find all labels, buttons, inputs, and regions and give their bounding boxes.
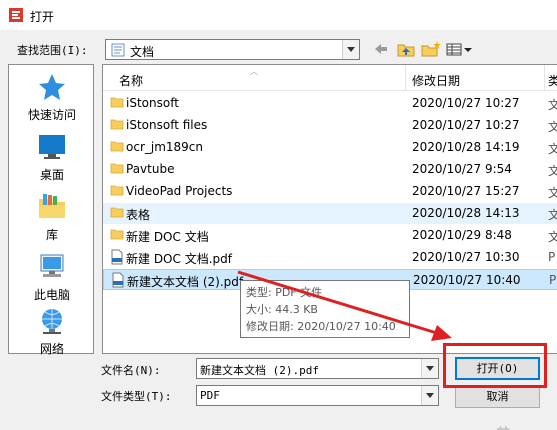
app-icon bbox=[9, 8, 23, 22]
documents-folder-icon bbox=[111, 43, 125, 57]
file-date: 2020/10/27 15:27 bbox=[412, 184, 520, 198]
file-type: P bbox=[549, 273, 557, 287]
file-date: 2020/10/27 10:27 bbox=[412, 118, 520, 132]
back-arrow-icon[interactable] bbox=[372, 39, 390, 60]
file-row[interactable]: ocr_jm189cn 2020/10/28 14:19 文 bbox=[103, 137, 557, 158]
place-label: 桌面 bbox=[39, 168, 64, 182]
annotation-highlight-box bbox=[443, 343, 547, 388]
star-icon bbox=[39, 74, 65, 100]
file-type: 文 bbox=[548, 184, 557, 201]
chevron-down-icon[interactable] bbox=[421, 386, 438, 405]
file-name: ocr_jm189cn bbox=[126, 140, 204, 154]
file-tooltip: 类型: PDF 文件 大小: 44.3 KB 修改日期: 2020/10/27 … bbox=[240, 280, 410, 338]
file-name: iStonsoft bbox=[126, 96, 179, 110]
folder-icon bbox=[110, 163, 124, 174]
up-folder-icon[interactable] bbox=[396, 39, 416, 60]
file-row[interactable]: VideoPad Projects 2020/10/27 15:27 文 bbox=[103, 181, 557, 202]
file-row[interactable]: 表格 2020/10/28 14:13 文 bbox=[103, 203, 557, 224]
folder-icon bbox=[110, 141, 124, 152]
tooltip-type: 类型: PDF 文件 bbox=[246, 286, 323, 299]
place-label: 快速访问 bbox=[27, 108, 76, 122]
lookin-combo[interactable]: 文档 bbox=[105, 39, 360, 60]
library-icon bbox=[39, 194, 65, 218]
lookin-value: 文档 bbox=[130, 45, 155, 59]
file-type: 文 bbox=[548, 206, 557, 223]
file-row[interactable]: iStonsoft files 2020/10/27 10:27 文 bbox=[103, 115, 557, 136]
file-row[interactable]: 新建 DOC 文档.pdf 2020/10/27 10:30 P bbox=[103, 247, 557, 268]
pdf-file-icon bbox=[112, 272, 124, 288]
file-name: 新建 DOC 文档 bbox=[126, 230, 209, 244]
file-date: 2020/10/27 10:27 bbox=[412, 96, 520, 110]
place-library[interactable]: 库 bbox=[9, 187, 95, 249]
folder-icon bbox=[110, 185, 124, 196]
sort-up-icon: ︿ bbox=[250, 67, 258, 76]
file-row[interactable]: 新建 DOC 文档 2020/10/29 8:48 文 bbox=[103, 225, 557, 246]
file-row[interactable]: iStonsoft 2020/10/27 10:27 文 bbox=[103, 93, 557, 114]
file-name: Pavtube bbox=[126, 162, 175, 176]
column-name[interactable]: 名称 bbox=[119, 72, 143, 89]
place-label: 网络 bbox=[39, 342, 64, 356]
file-type: 文 bbox=[548, 162, 557, 179]
file-type: 文 bbox=[548, 118, 557, 135]
desktop-icon bbox=[39, 135, 65, 159]
file-date: 2020/10/27 9:54 bbox=[412, 162, 512, 176]
place-desktop[interactable]: 桌面 bbox=[9, 127, 95, 189]
folder-icon bbox=[110, 97, 124, 108]
title-bar: 打开 bbox=[0, 0, 557, 30]
filename-label: 文件名(N): bbox=[101, 364, 161, 377]
lookin-label: 查找范围(I): bbox=[17, 44, 88, 57]
folder-icon bbox=[110, 229, 124, 240]
chevron-down-icon[interactable] bbox=[342, 40, 359, 59]
filename-value: 新建文本文档 (2).pdf bbox=[200, 364, 319, 377]
column-date[interactable]: 修改日期 bbox=[412, 72, 460, 89]
column-divider[interactable] bbox=[544, 65, 545, 91]
file-name: 新建文本文档 (2).pdf bbox=[127, 275, 244, 289]
file-name: 表格 bbox=[126, 208, 151, 222]
file-date: 2020/10/28 14:19 bbox=[412, 140, 520, 154]
folder-icon bbox=[110, 119, 124, 130]
filetype-select[interactable]: PDF bbox=[196, 385, 439, 406]
file-name: iStonsoft files bbox=[126, 118, 208, 132]
chevron-down-icon[interactable] bbox=[421, 359, 438, 378]
column-header: ︿ 名称 修改日期 类 bbox=[103, 65, 557, 91]
file-date: 2020/10/27 10:30 bbox=[412, 250, 520, 264]
view-menu-icon[interactable] bbox=[446, 39, 474, 60]
watermark-logo: ⌗ bbox=[497, 420, 509, 430]
pdf-file-icon bbox=[111, 249, 123, 265]
file-date: 2020/10/28 14:13 bbox=[412, 206, 520, 220]
computer-icon bbox=[40, 254, 64, 277]
folder-icon bbox=[110, 207, 124, 218]
tooltip-modified: 修改日期: 2020/10/27 10:40 bbox=[246, 320, 396, 333]
column-type[interactable]: 类 bbox=[548, 72, 557, 89]
file-type: 文 bbox=[548, 96, 557, 113]
tooltip-size: 大小: 44.3 KB bbox=[246, 303, 318, 316]
place-quick-access[interactable]: 快速访问 bbox=[9, 67, 95, 129]
window-title: 打开 bbox=[30, 10, 55, 24]
network-icon bbox=[42, 309, 62, 334]
cancel-button[interactable]: 取消 bbox=[455, 385, 540, 408]
file-type: P bbox=[548, 250, 556, 264]
filetype-value: PDF bbox=[200, 389, 220, 402]
file-date: 2020/10/27 10:40 bbox=[413, 273, 521, 287]
file-date: 2020/10/29 8:48 bbox=[412, 228, 512, 242]
places-bar: 快速访问 桌面 库 此电脑 网络 bbox=[8, 64, 95, 356]
file-name: 新建 DOC 文档.pdf bbox=[126, 252, 232, 266]
place-this-pc[interactable]: 此电脑 bbox=[9, 247, 95, 309]
file-type: 文 bbox=[548, 140, 557, 157]
place-label: 库 bbox=[45, 228, 58, 242]
filetype-label: 文件类型(T): bbox=[101, 390, 172, 403]
column-divider[interactable] bbox=[405, 65, 406, 91]
file-name: VideoPad Projects bbox=[126, 184, 233, 198]
dialog-body: 查找范围(I): 文档 快速访问 桌面 库 此电脑 网络 ︿ 名称 修改日期 i… bbox=[0, 30, 557, 430]
place-network[interactable]: 网络 bbox=[9, 301, 95, 363]
file-row[interactable]: Pavtube 2020/10/27 9:54 文 bbox=[103, 159, 557, 180]
filename-input[interactable]: 新建文本文档 (2).pdf bbox=[196, 358, 439, 379]
file-type: 文 bbox=[548, 228, 557, 245]
new-folder-icon[interactable] bbox=[420, 39, 442, 60]
